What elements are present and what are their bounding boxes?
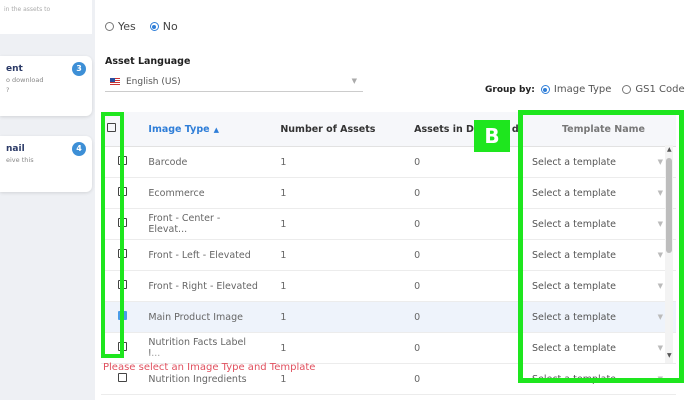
radio-gs1-code[interactable]: [622, 85, 632, 94]
cell-assets-in-download: 0: [394, 270, 522, 302]
asset-language-value: English (US): [126, 76, 181, 87]
step-number-badge: 4: [72, 142, 86, 156]
wizard-sidebar: in the assets to ent o download ? 3 nail…: [0, 0, 95, 400]
sidebar-step-text: in the assets to: [4, 6, 51, 13]
cell-assets-in-download: 0: [394, 208, 522, 240]
radio-gs1-code-label: GS1 Code: [635, 84, 685, 95]
radio-image-type[interactable]: [540, 85, 550, 94]
group-by-label: Group by:: [485, 84, 535, 95]
cell-image-type: Ecommerce: [138, 177, 261, 209]
sidebar-step-desc: ?: [6, 86, 10, 94]
annotation-badge: B: [474, 120, 510, 152]
sidebar-step-desc: eive this: [6, 156, 34, 164]
cell-number-of-assets: 1: [260, 146, 395, 178]
column-header-number-of-assets[interactable]: Number of Assets: [260, 112, 395, 147]
radio-image-type-label: Image Type: [553, 84, 612, 95]
yes-no-radio-group: Yes No: [105, 20, 178, 33]
annotation-highlight-checkbox-column: [101, 112, 124, 358]
asset-language-label: Asset Language: [105, 56, 191, 67]
sidebar-step-desc: o download: [6, 76, 44, 84]
cell-assets-in-download: 0: [394, 363, 522, 395]
cell-assets-in-download: 0: [394, 239, 522, 271]
cell-image-type: Barcode: [138, 146, 261, 178]
cell-number-of-assets: 1: [260, 208, 395, 240]
cell-image-type: Front - Center - Elevat...: [138, 208, 261, 240]
column-header-label: Image Type: [148, 123, 210, 135]
cell-number-of-assets: 1: [260, 270, 395, 302]
column-header-label: Assets in D: [414, 123, 474, 135]
radio-yes-label: Yes: [118, 20, 136, 33]
validation-error-message: Please select an Image Type and Template: [103, 362, 316, 373]
cell-image-type: Main Product Image: [138, 301, 261, 333]
cell-assets-in-download: 0: [394, 301, 522, 333]
cell-number-of-assets: 1: [260, 177, 395, 209]
cell-image-type: Front - Left - Elevated: [138, 239, 261, 271]
cell-number-of-assets: 1: [260, 301, 395, 333]
asset-language-select[interactable]: English (US) ▼: [105, 72, 363, 92]
cell-image-type: Front - Right - Elevated: [138, 270, 261, 302]
chevron-down-icon: ▼: [351, 77, 357, 85]
row-checkbox[interactable]: [117, 373, 127, 382]
us-flag-icon: [110, 78, 120, 85]
sidebar-step-previous[interactable]: in the assets to: [0, 0, 92, 34]
cell-number-of-assets: 1: [260, 239, 395, 271]
radio-no[interactable]: [149, 22, 159, 31]
radio-yes[interactable]: [105, 22, 114, 31]
step-number-badge: 3: [72, 62, 86, 76]
radio-no-label: No: [162, 20, 178, 33]
annotation-highlight-template-column: [518, 110, 684, 383]
sidebar-step-3[interactable]: ent o download ? 3: [0, 56, 92, 116]
sort-ascending-icon: ▲: [213, 125, 219, 134]
column-header-label: Number of Assets: [280, 123, 376, 135]
sidebar-step-4[interactable]: nail eive this 4: [0, 136, 92, 192]
group-by-control: Group by: Image Type GS1 Code: [485, 84, 685, 95]
column-header-image-type[interactable]: Image Type ▲: [138, 112, 261, 147]
cell-assets-in-download: 0: [394, 177, 522, 209]
